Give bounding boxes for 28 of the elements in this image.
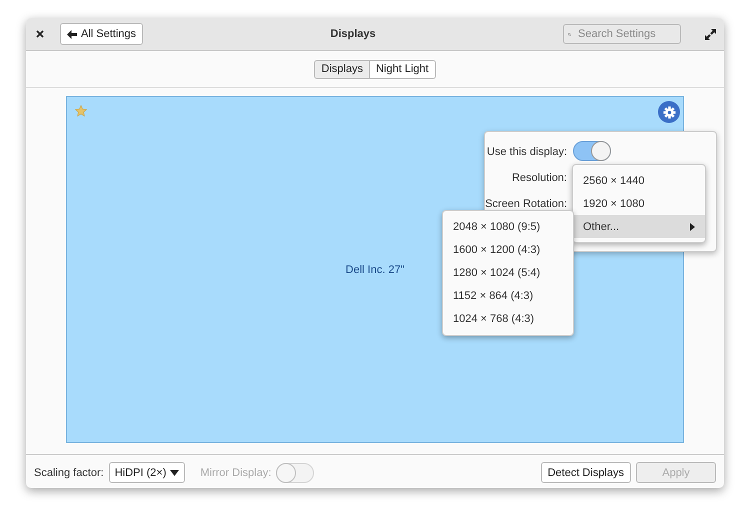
close-icon[interactable] xyxy=(36,30,44,38)
resolution-label: Resolution: xyxy=(512,172,567,184)
display-name: Dell Inc. 27" xyxy=(346,264,404,276)
use-display-label: Use this display: xyxy=(486,146,567,158)
scaling-dropdown[interactable]: HiDPI (2×) xyxy=(108,462,186,483)
menu-item[interactable]: Other... xyxy=(573,215,705,238)
maximize-icon[interactable] xyxy=(705,28,716,40)
menu-item[interactable]: 1280 × 1024 (5:4) xyxy=(443,261,573,284)
rotation-label: Screen Rotation: xyxy=(485,198,567,210)
tab[interactable]: Displays xyxy=(314,60,370,78)
detect-displays-button[interactable]: Detect Displays xyxy=(540,462,631,483)
back-button[interactable]: All Settings xyxy=(60,23,144,45)
menu-item[interactable]: 1600 × 1200 (4:3) xyxy=(443,238,573,261)
menu-item[interactable]: 2048 × 1080 (9:5) xyxy=(443,215,573,238)
back-arrow-icon xyxy=(67,30,77,38)
menu-item[interactable]: 2560 × 1440 xyxy=(573,169,705,192)
settings-icon xyxy=(662,106,676,118)
mirror-display-label: Mirror Display: xyxy=(200,466,272,478)
scaling-factor-label: Scaling factor: xyxy=(34,466,104,478)
settings-button[interactable] xyxy=(658,101,680,123)
menu-item[interactable]: 1920 × 1080 xyxy=(573,192,705,215)
toggle-switch[interactable] xyxy=(573,141,611,161)
search-field[interactable]: Search Settings xyxy=(563,24,681,44)
window-title: Displays xyxy=(329,28,377,40)
tab[interactable]: Night Light xyxy=(370,60,436,78)
menu-item[interactable]: 1024 × 768 (4:3) xyxy=(443,307,573,330)
caret-icon xyxy=(170,470,180,476)
menu-item[interactable]: 1152 × 864 (4:3) xyxy=(443,284,573,307)
